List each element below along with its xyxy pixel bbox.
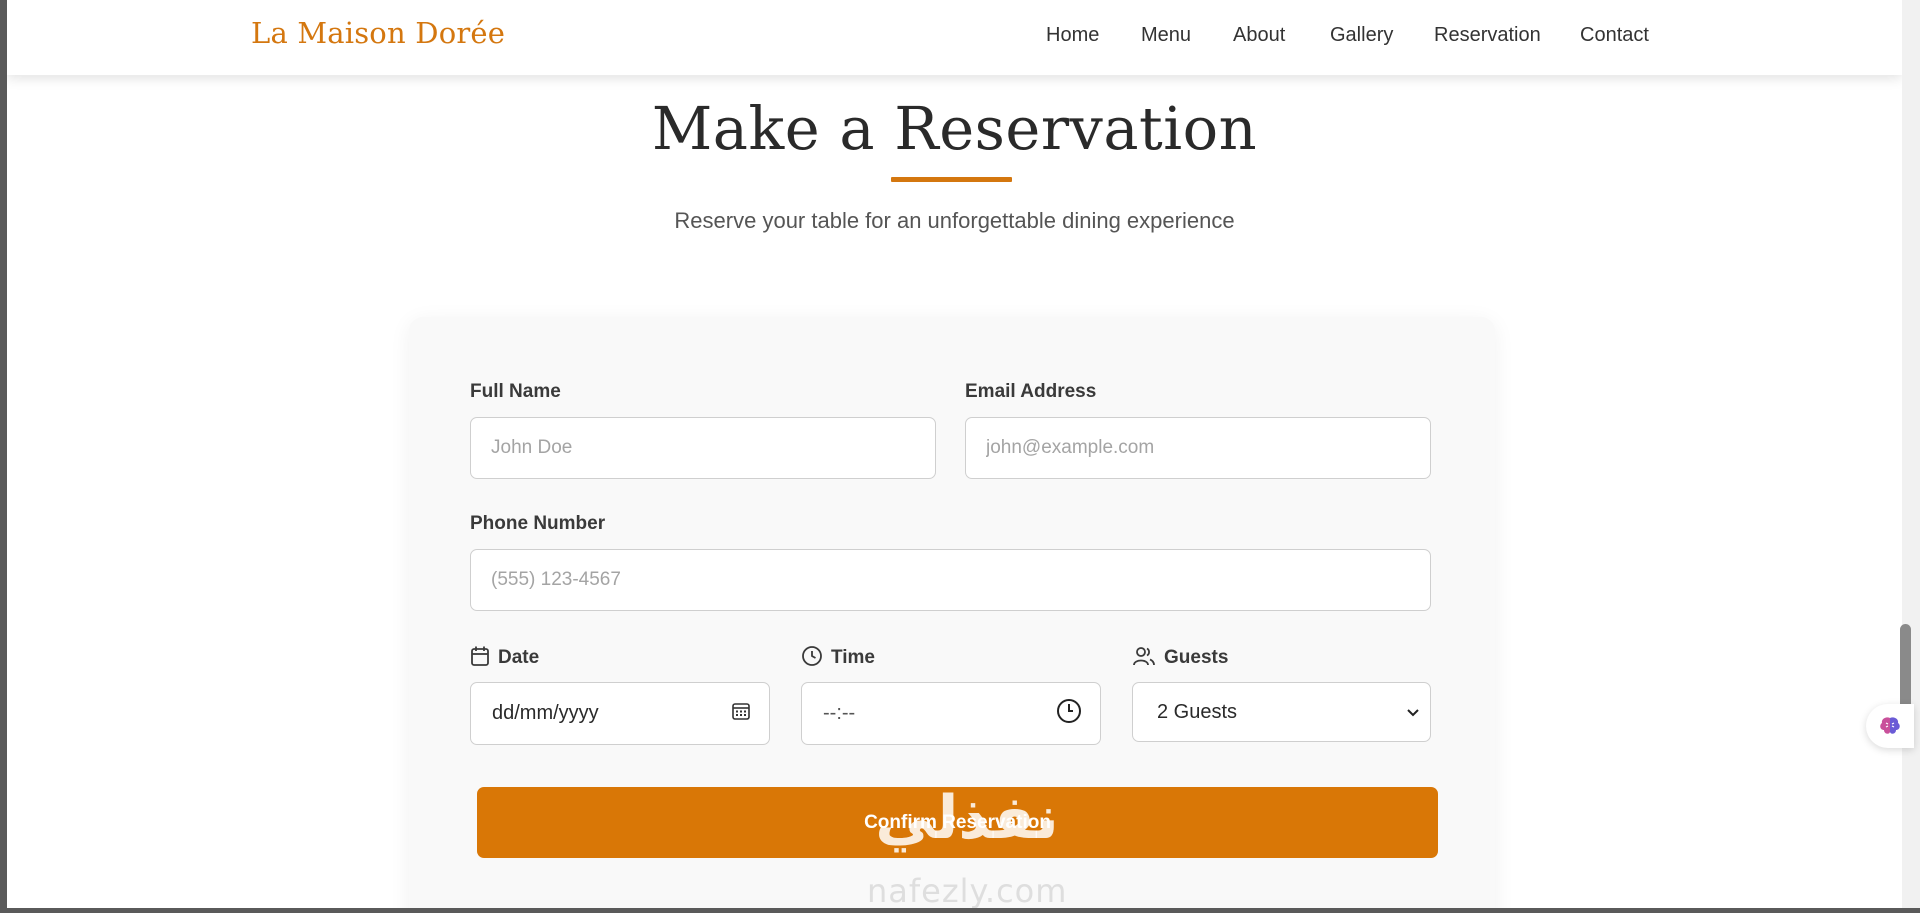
nav-gallery[interactable]: Gallery: [1330, 24, 1393, 47]
email-label: Email Address: [965, 381, 1097, 402]
users-icon: [1132, 645, 1156, 673]
date-input-value: dd/mm/yyyy: [492, 702, 599, 724]
guests-label: Guests: [1132, 645, 1228, 673]
page-subtitle: Reserve your table for an unforgettable …: [674, 208, 1235, 233]
clock-icon: [801, 645, 823, 673]
chevron-down-icon: [1406, 701, 1420, 724]
nav-home[interactable]: Home: [1046, 24, 1099, 47]
window-bottom-edge: [0, 908, 1920, 913]
title-underline: [891, 177, 1012, 182]
nav-about[interactable]: About: [1233, 24, 1285, 47]
date-input[interactable]: dd/mm/yyyy: [470, 682, 770, 745]
nav-reservation[interactable]: Reservation: [1434, 24, 1541, 47]
page-title: Make a Reservation: [651, 94, 1258, 163]
browser-viewport: La Maison Dorée Home Menu About Gallery …: [7, 0, 1902, 908]
watermark-arabic: نفذلي: [875, 783, 1059, 853]
main-nav: Home Menu About Gallery Reservation Cont…: [7, 24, 1902, 54]
time-input-value: --:--: [823, 702, 856, 724]
nav-menu[interactable]: Menu: [1141, 24, 1191, 47]
watermark-latin: nafezly.com: [867, 872, 1068, 908]
extension-brain-icon[interactable]: [1866, 704, 1914, 748]
guests-select[interactable]: 2 Guests: [1132, 682, 1431, 742]
time-picker-icon[interactable]: [1056, 698, 1082, 730]
site-header: La Maison Dorée Home Menu About Gallery …: [7, 0, 1902, 75]
phone-input[interactable]: [470, 549, 1431, 611]
email-input[interactable]: [965, 417, 1431, 479]
scrollbar-thumb[interactable]: [1900, 624, 1911, 712]
time-input[interactable]: --:--: [801, 682, 1101, 745]
guests-select-value: 2 Guests: [1157, 700, 1238, 723]
guests-label-text: Guests: [1164, 647, 1229, 668]
calendar-icon: [470, 645, 490, 673]
calendar-picker-icon[interactable]: [731, 701, 751, 727]
scrollbar-track[interactable]: [1902, 0, 1920, 913]
nav-contact[interactable]: Contact: [1580, 24, 1649, 47]
full-name-label: Full Name: [470, 381, 561, 402]
date-label-text: Date: [498, 647, 540, 668]
full-name-input[interactable]: [470, 417, 936, 479]
date-label: Date: [470, 645, 539, 673]
phone-label: Phone Number: [470, 513, 606, 534]
time-label-text: Time: [831, 647, 876, 668]
time-label: Time: [801, 645, 875, 673]
